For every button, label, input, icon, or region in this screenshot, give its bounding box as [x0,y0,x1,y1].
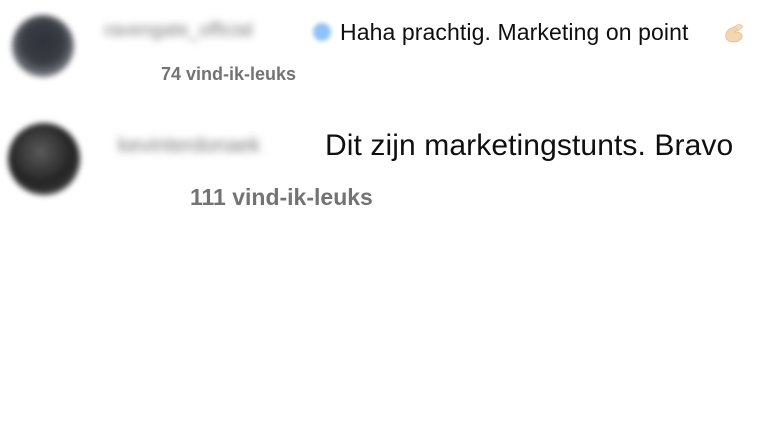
verified-badge-icon [313,23,331,41]
likes-count[interactable]: 111 vind-ik-leuks [190,184,373,211]
avatar[interactable] [12,15,74,77]
username[interactable]: ravengate_official [104,20,253,42]
avatar[interactable] [8,123,80,195]
pinching-hand-icon [725,24,743,43]
comment-text: Dit zijn marketingstunts. Bravo [325,129,734,162]
username[interactable]: kevinterdonaek [118,134,260,158]
comment-text: Haha prachtig. Marketing on point [340,19,689,45]
likes-count[interactable]: 74 vind-ik-leuks [161,64,296,85]
